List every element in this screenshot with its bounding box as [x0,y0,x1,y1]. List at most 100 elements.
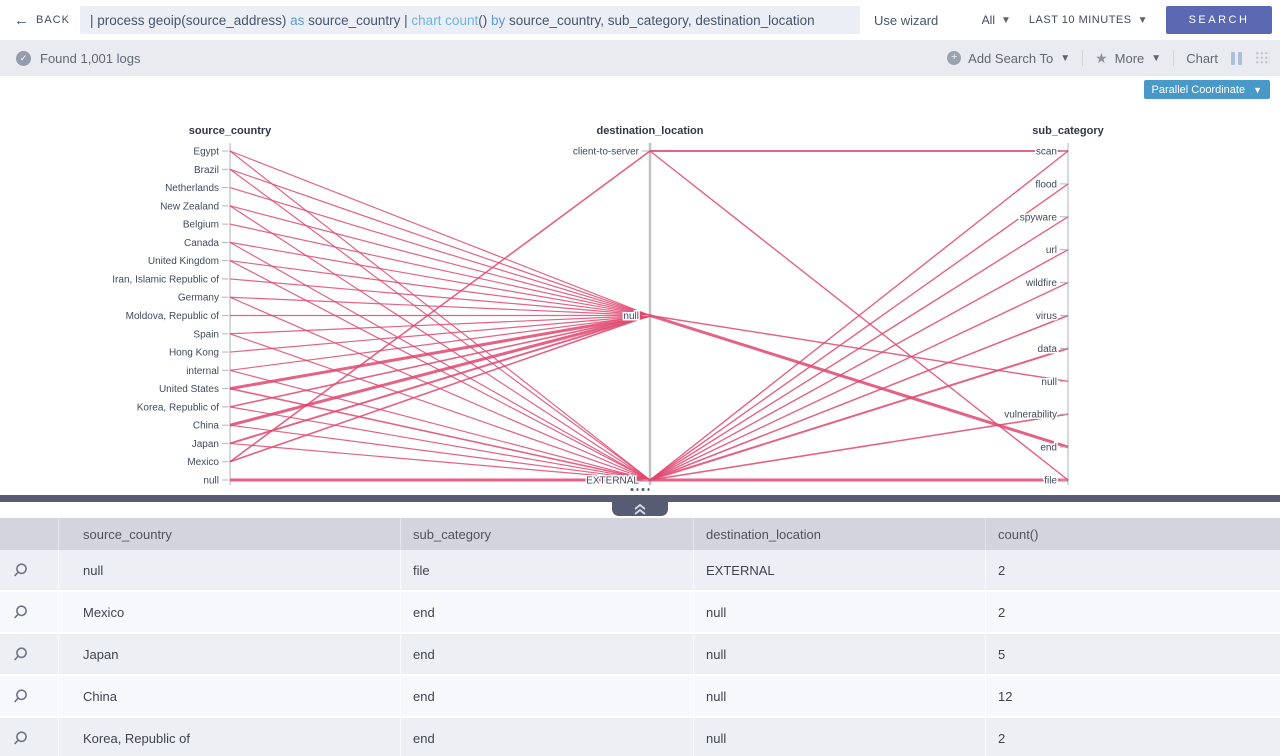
chart-edge [230,316,650,371]
star-icon: ★ [1095,50,1108,67]
magnifier-icon[interactable] [10,686,31,707]
chart-edge [650,250,1068,480]
chart-edge [650,414,1068,480]
axis-category-label: null [623,311,639,322]
axis-category-label: null [203,476,219,487]
table-cell: null [693,718,985,756]
results-divider[interactable] [0,495,1280,502]
chart-edge [230,389,650,480]
query-token: () [478,13,491,28]
chart-edge [230,151,650,316]
column-header-sub-category: sub_category [400,518,693,550]
time-range-dropdown[interactable]: LAST 10 MINUTES ▼ [1029,14,1148,26]
axis-category-label: Egypt [193,147,219,158]
axis-category-label: Germany [178,293,219,304]
parallel-coordinates-chart: source_countryEgyptBrazilNetherlandsNew … [0,76,1280,495]
row-actions-cell [0,676,58,716]
axis-category-label: Spain [193,329,219,340]
results-toolbar: ✓ Found 1,001 logs + Add Search To ▼ ★ M… [0,40,1280,76]
axis-category-label: Korea, Republic of [137,402,219,413]
results-table: source_country sub_category destination_… [0,518,1280,756]
table-cell: China [58,676,400,716]
chart-edge [230,279,650,316]
chart-edge [230,316,650,389]
magnifier-icon[interactable] [10,644,31,665]
axis-category-label: Hong Kong [169,348,219,359]
table-cell: Korea, Republic of [58,718,400,756]
divider [1082,50,1083,66]
table-cell: EXTERNAL [693,550,985,590]
table-cell: end [400,676,693,716]
axis-category-label: url [1046,245,1057,256]
more-button[interactable]: ★ More ▼ [1095,50,1161,67]
axis-category-label: Moldova, Republic of [126,311,220,322]
grid-view-icon[interactable] [1255,51,1270,65]
query-token: | process geoip(source_address) [90,13,290,28]
chart-view-icon[interactable] [1230,51,1243,66]
back-button[interactable]: ← BACK [14,13,70,28]
axis-category-label: Mexico [187,457,219,468]
add-search-to-button[interactable]: + Add Search To ▼ [947,51,1070,66]
chart-edge [650,316,1068,481]
axis-category-label: internal [186,366,219,377]
top-query-bar: ← BACK | process geoip(source_address) a… [0,0,1280,40]
add-search-to-label: Add Search To [968,51,1053,66]
table-row: Japanendnull5 [0,634,1280,676]
chart-label: Chart [1186,51,1218,66]
drag-handle-dots-icon [631,488,650,491]
axis-category-label: null [1041,377,1057,388]
row-actions-cell [0,592,58,632]
table-row: Mexicoendnull2 [0,592,1280,634]
query-token: as [290,13,304,28]
axis-category-label: Netherlands [165,183,219,194]
query-input[interactable]: | process geoip(source_address) as sourc… [80,6,860,34]
table-cell: end [400,718,693,756]
time-range-value: LAST 10 MINUTES [1029,14,1132,26]
table-body: nullfileEXTERNAL2Mexicoendnull2Japanendn… [0,550,1280,756]
table-cell: null [58,550,400,590]
axis-category-label: Belgium [183,220,219,231]
table-cell: Mexico [58,592,400,632]
axis-category-label: United States [159,384,219,395]
row-actions-cell [0,550,58,590]
toolbar-right: + Add Search To ▼ ★ More ▼ Chart [947,50,1270,67]
axis-category-label: United Kingdom [148,256,219,267]
chart-edge [230,316,650,407]
scope-value: All [982,13,995,27]
chevron-down-icon: ▼ [1138,15,1148,26]
table-cell: null [693,676,985,716]
query-token: by [491,13,505,28]
table-cell: 2 [985,718,1280,756]
scope-dropdown[interactable]: All ▼ [982,13,1011,27]
back-label: BACK [36,14,70,26]
chart-edge [230,242,650,315]
magnifier-icon[interactable] [10,728,31,749]
magnifier-icon[interactable] [10,560,31,581]
table-cell: null [693,634,985,674]
chart-type-dropdown[interactable]: Parallel Coordinate ▼ [1144,80,1270,99]
axis-category-label: end [1040,443,1057,454]
use-wizard-link[interactable]: Use wizard [874,13,938,28]
chart-edge [650,283,1068,480]
chart-edge [650,184,1068,480]
magnifier-icon[interactable] [10,602,31,623]
found-logs-text: Found 1,001 logs [40,51,140,66]
more-label: More [1115,51,1145,66]
table-row: Chinaendnull12 [0,676,1280,718]
row-actions-cell [0,634,58,674]
topbar-right: All ▼ LAST 10 MINUTES ▼ SEARCH [982,6,1272,34]
axis-category-label: spyware [1020,212,1058,223]
table-cell: 2 [985,592,1280,632]
axis-category-label: Brazil [194,165,219,176]
search-button[interactable]: SEARCH [1166,6,1272,34]
query-token: | [404,13,411,28]
chart-edge [230,407,650,480]
table-row: nullfileEXTERNAL2 [0,550,1280,592]
axis-category-label: wildfire [1025,278,1058,289]
table-cell: end [400,592,693,632]
table-cell: 12 [985,676,1280,716]
collapse-results-button[interactable] [612,502,668,516]
table-cell: file [400,550,693,590]
axis-category-label: EXTERNAL [586,476,639,487]
chevron-down-icon: ▼ [1060,53,1070,64]
